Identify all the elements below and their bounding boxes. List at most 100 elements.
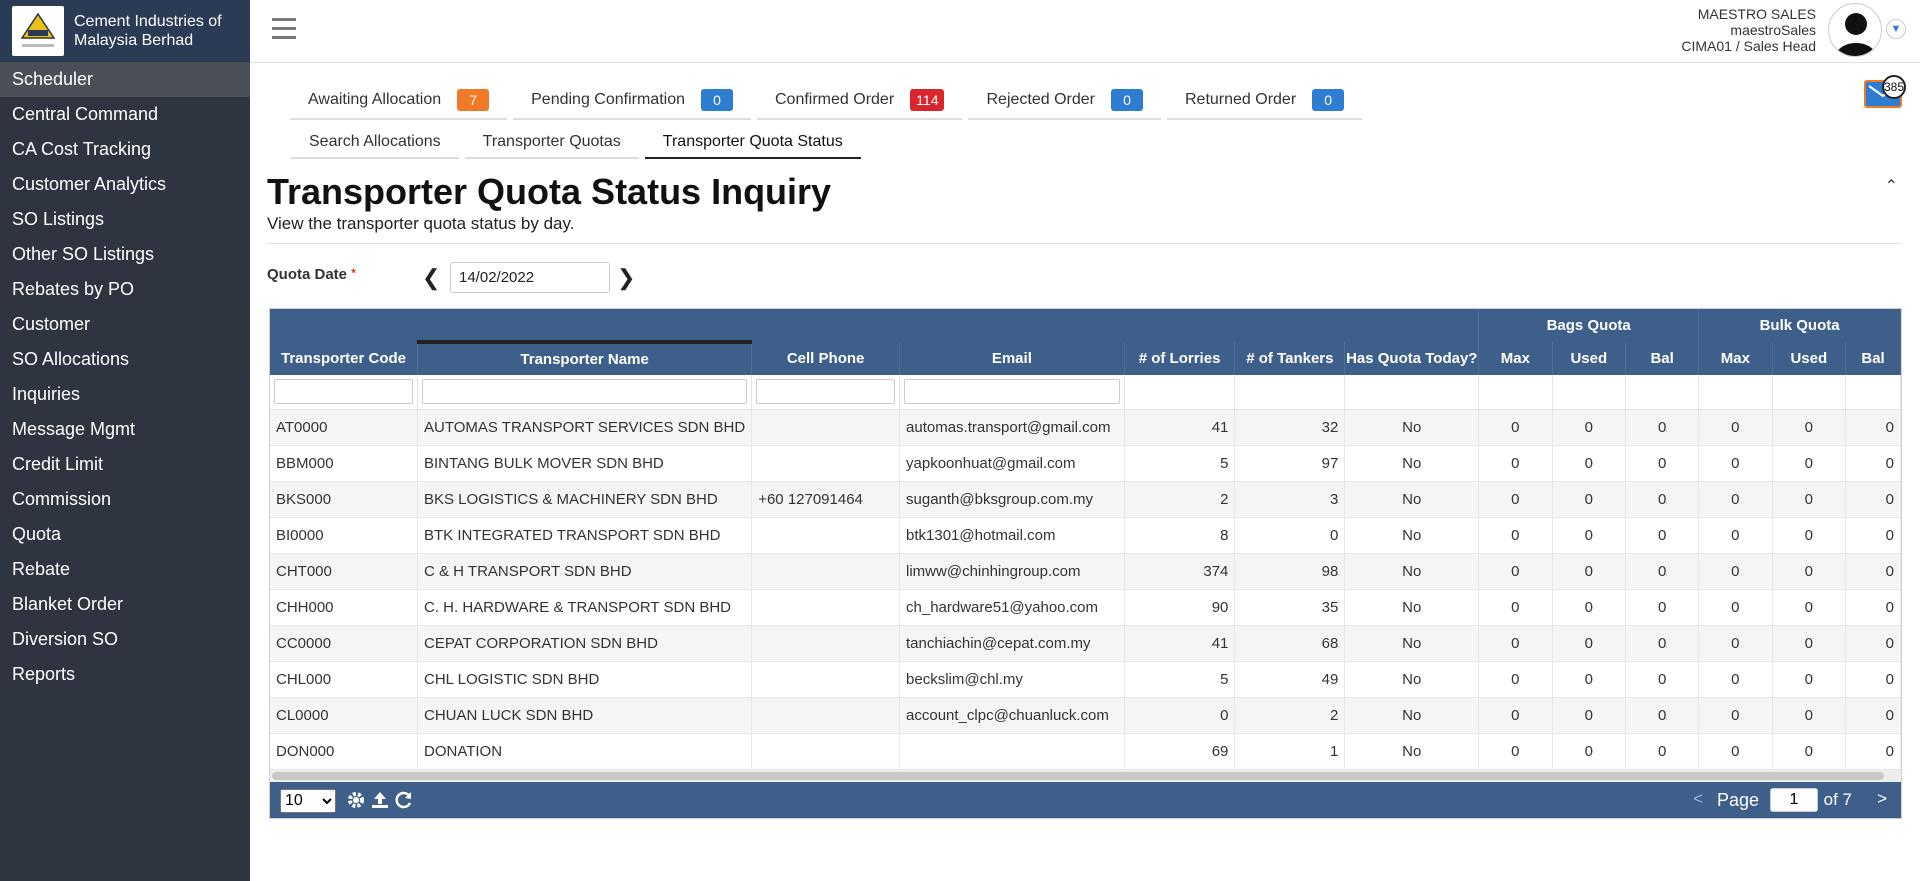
quota-date-input[interactable]: [450, 262, 610, 293]
col-header-tankers[interactable]: # of Tankers: [1234, 342, 1346, 375]
cell-bulk-used: 0: [1772, 625, 1847, 662]
cell-code: BKS000: [270, 481, 418, 518]
sidebar-item-other-so-listings[interactable]: Other SO Listings: [0, 237, 250, 272]
prev-page-button[interactable]: <: [1693, 789, 1703, 809]
table-row[interactable]: CC0000 CEPAT CORPORATION SDN BHD tanchiach…: [270, 625, 1901, 662]
chevron-down-icon[interactable]: ▼: [1886, 19, 1906, 39]
filter-email-input[interactable]: [904, 379, 1120, 405]
cell-phone: [751, 445, 901, 482]
table-row[interactable]: CHT000 C & H TRANSPORT SDN BHD limww@chinh…: [270, 553, 1901, 590]
col-header-bulk-max[interactable]: Max: [1698, 342, 1773, 375]
page-size-select[interactable]: 10: [280, 788, 336, 813]
tab-search-allocations[interactable]: Search Allocations: [291, 127, 459, 159]
cell-bags-bal: 0: [1625, 589, 1700, 626]
notification-count-badge: 385: [1882, 75, 1906, 99]
table-row[interactable]: BI0000 BTK INTEGRATED TRANSPORT SDN BHD bt…: [270, 517, 1901, 554]
sidebar-item-blanket-order[interactable]: Blanket Order: [0, 587, 250, 622]
pager: 10 < Page of 7 >: [270, 781, 1901, 818]
user-display-name: MAESTRO SALES: [1697, 6, 1816, 22]
cell-phone: [751, 733, 901, 770]
filter-phone-input[interactable]: [756, 379, 896, 405]
prev-date-icon[interactable]: ❮: [422, 265, 440, 291]
cell-bags-max: 0: [1478, 625, 1553, 662]
col-header-bulk-used[interactable]: Used: [1772, 342, 1847, 375]
cell-bulk-bal: 0: [1845, 661, 1901, 698]
cell-bulk-bal: 0: [1845, 445, 1901, 482]
upload-icon[interactable]: [370, 790, 390, 810]
col-header-name[interactable]: Transporter Name: [417, 340, 753, 375]
sidebar-item-reports[interactable]: Reports: [0, 657, 250, 692]
next-page-button[interactable]: >: [1877, 789, 1887, 809]
chevron-up-icon[interactable]: ⌃: [1885, 176, 1898, 196]
filter-cell-empty: [1552, 375, 1627, 410]
brand[interactable]: Cement Industries of Malaysia Berhad: [0, 0, 250, 62]
sidebar-item-quota[interactable]: Quota: [0, 517, 250, 552]
sidebar-item-commission[interactable]: Commission: [0, 482, 250, 517]
sidebar-item-scheduler[interactable]: Scheduler: [0, 62, 250, 97]
sidebar-item-inquiries[interactable]: Inquiries: [0, 377, 250, 412]
filter-name-input[interactable]: [422, 379, 748, 405]
sidebar-item-customer[interactable]: Customer: [0, 307, 250, 342]
filter-cell-empty: [1344, 375, 1480, 410]
cell-email: yapkoonhuat@gmail.com: [899, 445, 1125, 482]
table-row[interactable]: CHH000 C. H. HARDWARE & TRANSPORT SDN BHD…: [270, 589, 1901, 626]
tab-rejected-order[interactable]: Rejected Order 0: [968, 81, 1161, 120]
gear-icon[interactable]: [346, 790, 366, 810]
table-row[interactable]: DON000 DONATION 69 1 No 0 0 0 0 0 0: [270, 733, 1901, 770]
col-header-phone[interactable]: Cell Phone: [751, 342, 901, 375]
tab-transporter-quota-status[interactable]: Transporter Quota Status: [644, 127, 861, 159]
sidebar-item-credit-limit[interactable]: Credit Limit: [0, 447, 250, 482]
cell-email: beckslim@chl.my: [899, 661, 1125, 698]
filter-cell-email: [899, 375, 1125, 410]
tab-awaiting-allocation[interactable]: Awaiting Allocation 7: [290, 81, 508, 120]
tab-confirmed-order[interactable]: Confirmed Order 114: [757, 81, 963, 120]
sidebar-item-ca-cost-tracking[interactable]: CA Cost Tracking: [0, 132, 250, 167]
sidebar-item-central-command[interactable]: Central Command: [0, 97, 250, 132]
cell-has-quota: No: [1344, 661, 1480, 698]
sidebar-item-message-mgmt[interactable]: Message Mgmt: [0, 412, 250, 447]
cell-email: btk1301@hotmail.com: [899, 517, 1125, 554]
cell-bags-max: 0: [1478, 589, 1553, 626]
filter-code-input[interactable]: [274, 379, 413, 405]
hamburger-icon[interactable]: [272, 18, 296, 40]
cell-bulk-max: 0: [1698, 661, 1773, 698]
sidebar-item-so-listings[interactable]: SO Listings: [0, 202, 250, 237]
sidebar-item-rebate[interactable]: Rebate: [0, 552, 250, 587]
filter-cell-empty: [1698, 375, 1773, 410]
table-row[interactable]: BKS000 BKS LOGISTICS & MACHINERY SDN BHD +…: [270, 481, 1901, 518]
tab-returned-order[interactable]: Returned Order 0: [1166, 81, 1363, 120]
table-row[interactable]: AT0000 AUTOMAS TRANSPORT SERVICES SDN BHD…: [270, 409, 1901, 446]
mail-icon[interactable]: 385: [1864, 75, 1906, 108]
cell-has-quota: No: [1344, 553, 1480, 590]
table-row[interactable]: CHL000 CHL LOGISTIC SDN BHD beckslim@chl.m…: [270, 661, 1901, 698]
sidebar-item-rebates-by-po[interactable]: Rebates by PO: [0, 272, 250, 307]
table-row[interactable]: CL0000 CHUAN LUCK SDN BHD account_clpc@chu…: [270, 697, 1901, 734]
col-header-lorries[interactable]: # of Lorries: [1124, 342, 1236, 375]
page-number-input[interactable]: [1770, 787, 1818, 812]
cell-bulk-used: 0: [1772, 409, 1847, 446]
col-header-bags-bal[interactable]: Bal: [1625, 342, 1700, 375]
cell-email: [899, 733, 1125, 770]
cell-bags-bal: 0: [1625, 517, 1700, 554]
sidebar-item-diversion-so[interactable]: Diversion SO: [0, 622, 250, 657]
col-header-email[interactable]: Email: [899, 342, 1125, 375]
tab-pending-confirmation[interactable]: Pending Confirmation 0: [513, 81, 751, 120]
col-header-code[interactable]: Transporter Code: [270, 342, 418, 375]
horizontal-scrollbar[interactable]: [270, 769, 1901, 782]
scrollbar-thumb[interactable]: [272, 771, 1884, 780]
tab-transporter-quotas[interactable]: Transporter Quotas: [464, 127, 639, 159]
cell-bags-max: 0: [1478, 445, 1553, 482]
col-header-bags-max[interactable]: Max: [1478, 342, 1553, 375]
count-badge: 0: [1110, 88, 1143, 111]
sidebar-item-so-allocations[interactable]: SO Allocations: [0, 342, 250, 377]
cell-tankers: 35: [1234, 589, 1346, 626]
avatar[interactable]: [1828, 3, 1882, 57]
next-date-icon[interactable]: ❯: [617, 265, 635, 291]
sidebar-item-customer-analytics[interactable]: Customer Analytics: [0, 167, 250, 202]
divider: [267, 243, 1901, 244]
col-header-has-quota[interactable]: Has Quota Today?: [1344, 342, 1480, 375]
col-header-bags-used[interactable]: Used: [1552, 342, 1627, 375]
col-header-bulk-bal[interactable]: Bal: [1845, 342, 1901, 375]
refresh-icon[interactable]: [394, 790, 414, 810]
table-row[interactable]: BBM000 BINTANG BULK MOVER SDN BHD yapkoonh…: [270, 445, 1901, 482]
